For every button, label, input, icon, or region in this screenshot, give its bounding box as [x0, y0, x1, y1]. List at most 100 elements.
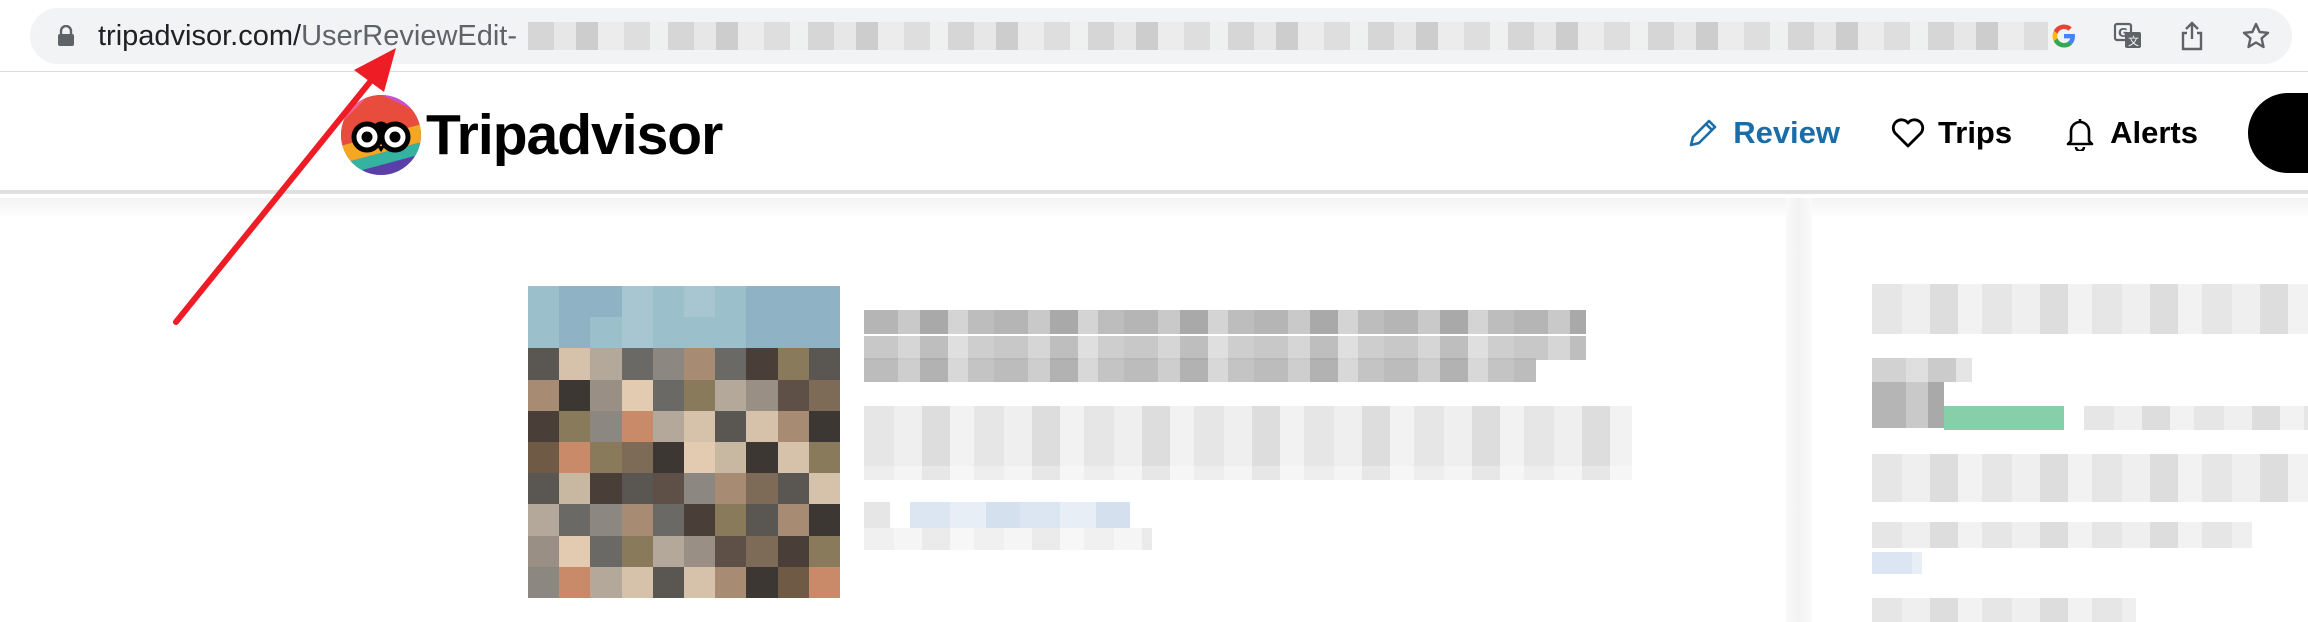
- address-bar[interactable]: tripadvisor.com/ UserReviewEdit- G 文: [30, 8, 2292, 64]
- thumbnail-pixel: [808, 473, 840, 505]
- thumbnail-pixel: [559, 504, 591, 536]
- tripadvisor-logo[interactable]: Tripadvisor: [340, 94, 723, 176]
- thumbnail-pixel: [684, 348, 716, 380]
- thumbnail-pixel: [621, 535, 653, 567]
- thumbnail-pixel: [652, 473, 684, 505]
- review-title-redacted: [864, 310, 1586, 334]
- thumbnail-pixel: [746, 348, 778, 380]
- svg-text:文: 文: [2128, 34, 2139, 48]
- thumbnail-pixel: [590, 379, 622, 411]
- url-text[interactable]: tripadvisor.com/ UserReviewEdit-: [98, 20, 517, 52]
- google-icon[interactable]: [2046, 18, 2082, 54]
- thumbnail-pixel: [559, 348, 591, 380]
- thumbnail-pixel: [559, 442, 591, 474]
- logo-text: Tripadvisor: [426, 103, 723, 167]
- thumbnail-pixel: [777, 410, 809, 442]
- heart-icon: [1891, 118, 1925, 148]
- nav-review-button[interactable]: Review: [1685, 115, 1840, 151]
- thumbnail-pixel: [777, 504, 809, 536]
- sidebar-avatar-redacted: [1872, 382, 1944, 428]
- thumbnail-pixel: [684, 566, 716, 598]
- thumbnail-pixel: [528, 566, 560, 598]
- translate-icon[interactable]: G 文: [2110, 18, 2146, 54]
- thumbnail-pixel: [746, 410, 778, 442]
- owl-logo-icon: [341, 95, 421, 175]
- thumbnail-pixel: [559, 535, 591, 567]
- thumbnail-pixel: [777, 317, 809, 349]
- thumbnail-pixel: [559, 286, 591, 318]
- thumbnail-pixel: [590, 317, 622, 349]
- review-link-redacted[interactable]: [910, 502, 1130, 528]
- thumbnail-pixel: [590, 348, 622, 380]
- thumbnail-pixel: [746, 286, 778, 318]
- omnibox-actions: G 文: [2046, 18, 2274, 54]
- thumbnail-pixel: [559, 566, 591, 598]
- thumbnail-pixel: [590, 504, 622, 536]
- thumbnail-pixel: [777, 379, 809, 411]
- column-divider: [1786, 198, 1812, 622]
- thumbnail-pixel: [652, 286, 684, 318]
- avatar[interactable]: [2248, 93, 2308, 173]
- review-text-line-1-redacted: [864, 406, 1632, 436]
- thumbnail-pixel: [684, 473, 716, 505]
- sidebar-rating-text-redacted: [2084, 406, 2308, 430]
- thumbnail-pixel: [808, 442, 840, 474]
- url-path: UserReviewEdit-: [301, 20, 518, 52]
- pencil-icon: [1689, 119, 1717, 147]
- nav-alerts-label: Alerts: [2110, 115, 2198, 150]
- thumbnail-pixel: [528, 317, 560, 349]
- thumbnail-pixel: [808, 379, 840, 411]
- thumbnail-pixel: [621, 410, 653, 442]
- bookmark-star-icon[interactable]: [2238, 18, 2274, 54]
- thumbnail-pixel: [746, 504, 778, 536]
- thumbnail-pixel: [746, 473, 778, 505]
- thumbnail-pixel: [808, 348, 840, 380]
- review-subtitle-redacted: [864, 336, 1586, 360]
- thumbnail-pixel: [652, 379, 684, 411]
- sidebar-text-line-redacted: [1872, 522, 2252, 548]
- sidebar-link-redacted[interactable]: [1872, 552, 1922, 574]
- thumbnail-pixel: [528, 504, 560, 536]
- lock-icon[interactable]: [56, 25, 76, 47]
- thumbnail-pixel: [528, 379, 560, 411]
- url-domain: tripadvisor.com/: [98, 20, 302, 52]
- thumbnail-pixel: [590, 442, 622, 474]
- thumbnail-pixel: [559, 379, 591, 411]
- review-meta-redacted: [864, 358, 1536, 382]
- content-top-shadow: [0, 198, 2308, 218]
- thumbnail-pixel: [808, 317, 840, 349]
- review-link-icon-redacted: [864, 502, 890, 528]
- review-photo-thumbnail[interactable]: [528, 286, 840, 598]
- sidebar-footer-redacted: [1872, 598, 2136, 622]
- sidebar-rating-bar-redacted: [1944, 406, 2064, 430]
- thumbnail-pixel: [777, 535, 809, 567]
- thumbnail-pixel: [559, 410, 591, 442]
- thumbnail-pixel: [684, 535, 716, 567]
- thumbnail-pixel: [528, 286, 560, 318]
- nav-trips-button[interactable]: Trips: [1890, 115, 2012, 151]
- thumbnail-pixel: [746, 317, 778, 349]
- thumbnail-pixel: [590, 535, 622, 567]
- thumbnail-pixel: [528, 348, 560, 380]
- review-footer-redacted: [864, 528, 1152, 550]
- thumbnail-pixel: [684, 317, 716, 349]
- thumbnail-pixel: [715, 317, 747, 349]
- thumbnail-pixel: [715, 286, 747, 318]
- thumbnail-pixel: [715, 566, 747, 598]
- thumbnail-pixel: [652, 410, 684, 442]
- nav-alerts-button[interactable]: Alerts: [2062, 115, 2198, 151]
- thumbnail-pixel: [684, 442, 716, 474]
- thumbnail-pixel: [621, 348, 653, 380]
- thumbnail-pixel: [684, 410, 716, 442]
- sidebar-text-block-redacted: [1872, 454, 2308, 502]
- share-icon[interactable]: [2174, 18, 2210, 54]
- thumbnail-pixel: [590, 286, 622, 318]
- thumbnail-pixel: [528, 535, 560, 567]
- thumbnail-pixel: [590, 566, 622, 598]
- thumbnail-pixel: [715, 504, 747, 536]
- sidebar-user-redacted: [1872, 358, 1972, 382]
- review-text-line-2-redacted: [864, 436, 1632, 466]
- thumbnail-pixel: [652, 348, 684, 380]
- thumbnail-pixel: [715, 410, 747, 442]
- thumbnail-pixel: [684, 379, 716, 411]
